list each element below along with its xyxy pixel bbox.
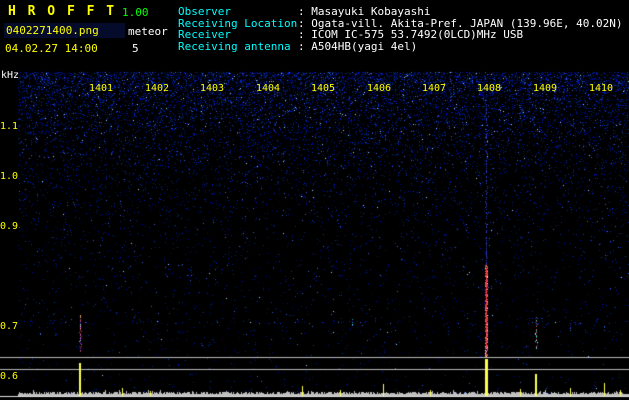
echo-count: 5 [132,42,139,55]
info-value: : A504HB(yagi 4el) [298,39,418,53]
station-info: Observer : Masayuki Kobayashi Receiving … [178,6,623,52]
x-tick-label: 1407 [421,83,447,94]
khz-unit-label: kHz [1,70,20,81]
y-tick-label: 1.1 [0,121,19,132]
app-version: 1.00 [122,6,149,19]
info-label: Receiver [178,28,231,41]
spectrogram-canvas [0,0,629,400]
x-tick-label: 1401 [88,83,114,94]
x-tick-label: 1408 [476,83,502,94]
info-value: : Masayuki Kobayashi [298,5,431,18]
x-tick-label: 1403 [199,83,225,94]
app-title: H R O F F T [8,4,117,19]
output-filename: 0402271400.png [4,23,125,38]
y-tick-label: 0.7 [0,321,19,332]
info-label: Receiving antenna [178,39,291,53]
x-tick-label: 1404 [255,83,281,94]
info-row-observer: Observer : Masayuki Kobayashi [178,6,623,18]
datetime-label: 04.02.27 14:00 [5,42,98,55]
y-tick-label: 0.6 [0,371,19,382]
x-tick-label: 1402 [144,83,170,94]
x-tick-label: 1409 [532,83,558,94]
info-row-receiver: Receiver : ICOM IC-575 53.7492(0LCD)MHz … [178,29,623,41]
y-tick-label: 0.9 [0,221,19,232]
y-tick-label: 1.0 [0,171,19,182]
mode-label: meteor [128,25,168,38]
hrofft-window: H R O F F T 1.00 0402271400.png meteor 0… [0,0,629,400]
info-label: Observer [178,5,231,18]
x-tick-label: 1405 [310,83,336,94]
info-value: : ICOM IC-575 53.7492(0LCD)MHz USB [298,28,524,41]
info-row-antenna: Receiving antenna : A504HB(yagi 4el) [178,39,623,53]
x-tick-label: 1410 [588,83,614,94]
x-tick-label: 1406 [366,83,392,94]
